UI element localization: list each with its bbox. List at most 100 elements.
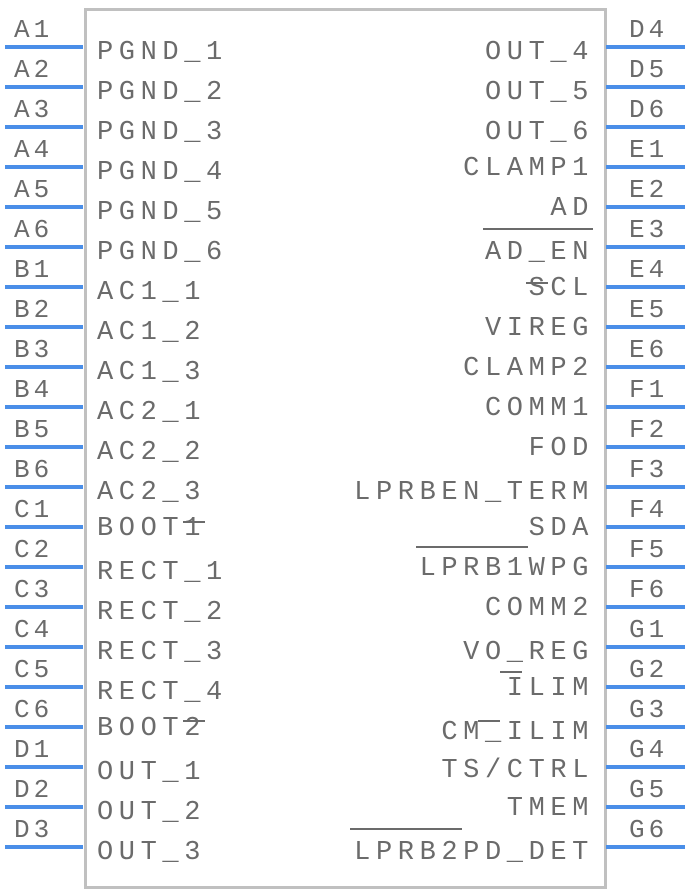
- pin-line-e1: [606, 165, 685, 169]
- pin-name-b1: AC1_1: [97, 278, 207, 308]
- pin-name-e6: CLAMP2: [463, 354, 594, 384]
- pin-line-f1: [606, 405, 685, 409]
- pin-name-a2: PGND_2: [97, 78, 228, 108]
- pin-name-f2: FOD: [528, 434, 594, 464]
- pin-number-a1: A1: [14, 15, 54, 45]
- pin-name-g2: ILIM: [506, 674, 594, 704]
- pin-line-b6: [5, 485, 83, 489]
- pin-number-g6: G6: [629, 815, 669, 845]
- pin-line-a3: [5, 125, 83, 129]
- pin-name-d6: OUT_6: [484, 118, 594, 148]
- pin-line-d4: [606, 45, 685, 49]
- pin-number-g5: G5: [629, 775, 669, 805]
- pin-number-e2: E2: [629, 175, 669, 205]
- pin-line-g3: [606, 725, 685, 729]
- pin-line-d6: [606, 125, 685, 129]
- pin-line-a5: [5, 205, 83, 209]
- pin-name-d1: OUT_1: [97, 758, 207, 788]
- pin-line-d3: [5, 845, 83, 849]
- pin-number-a6: A6: [14, 215, 54, 245]
- pin-number-c6: C6: [14, 695, 54, 725]
- pin-number-e4: E4: [629, 255, 669, 285]
- pin-number-c4: C4: [14, 615, 54, 645]
- pin-line-a2: [5, 85, 83, 89]
- pin-name-g6: LPRB2PD_DET: [354, 838, 594, 868]
- overbar-lprb1wpg: [416, 546, 528, 548]
- pin-line-e5: [606, 325, 685, 329]
- pin-name-c5: RECT_4: [97, 678, 228, 708]
- pin-name-c2: RECT_1: [97, 558, 228, 588]
- pin-line-g4: [606, 765, 685, 769]
- pin-number-b6: B6: [14, 455, 54, 485]
- pin-name-e1: CLAMP1: [463, 154, 594, 184]
- pin-line-b3: [5, 365, 83, 369]
- pin-name-g4: TS/CTRL: [441, 756, 594, 786]
- pin-line-g6: [606, 845, 685, 849]
- pin-name-b2: AC1_2: [97, 318, 207, 348]
- pin-number-d5: D5: [629, 55, 669, 85]
- pin-name-f6: COMM2: [484, 594, 594, 624]
- pin-line-d1: [5, 765, 83, 769]
- pin-line-b5: [5, 445, 83, 449]
- pin-line-d2: [5, 805, 83, 809]
- pin-name-f3: LPRBEN_TERM: [354, 478, 594, 508]
- pin-name-g3: CM_ILIM: [441, 718, 594, 748]
- pin-name-e4: SCL: [528, 274, 594, 304]
- pin-number-c2: C2: [14, 535, 54, 565]
- pin-name-b3: AC1_3: [97, 358, 207, 388]
- pin-name-c4: RECT_3: [97, 638, 228, 668]
- pin-line-c1: [5, 525, 83, 529]
- pin-number-d1: D1: [14, 735, 54, 765]
- pin-name-d3: OUT_3: [97, 838, 207, 868]
- pin-line-d5: [606, 85, 685, 89]
- pin-number-a3: A3: [14, 95, 54, 125]
- pin-number-d6: D6: [629, 95, 669, 125]
- pin-number-e3: E3: [629, 215, 669, 245]
- pin-line-a6: [5, 245, 83, 249]
- pin-name-d4: OUT_4: [484, 38, 594, 68]
- pin-number-a4: A4: [14, 135, 54, 165]
- pin-number-f2: F2: [629, 415, 669, 445]
- pin-name-f1: COMM1: [484, 394, 594, 424]
- pin-line-a1: [5, 45, 83, 49]
- pin-line-f2: [606, 445, 685, 449]
- pin-line-c2: [5, 565, 83, 569]
- pin-line-c4: [5, 645, 83, 649]
- pin-line-c3: [5, 605, 83, 609]
- pin-number-g2: G2: [629, 655, 669, 685]
- pin-name-d2: OUT_2: [97, 798, 207, 828]
- pin-name-a4: PGND_4: [97, 158, 228, 188]
- pin-line-c5: [5, 685, 83, 689]
- pin-line-f3: [606, 485, 685, 489]
- pin-name-a3: PGND_3: [97, 118, 228, 148]
- pin-number-e5: E5: [629, 295, 669, 325]
- overbar-boot1-fragment: [183, 521, 205, 523]
- pin-name-a1: PGND_1: [97, 38, 228, 68]
- pin-line-g1: [606, 645, 685, 649]
- pin-line-e4: [606, 285, 685, 289]
- pin-number-d2: D2: [14, 775, 54, 805]
- pin-number-b5: B5: [14, 415, 54, 445]
- pin-line-b1: [5, 285, 83, 289]
- pin-name-e2: AD: [550, 194, 594, 224]
- pin-number-f4: F4: [629, 495, 669, 525]
- pin-number-b1: B1: [14, 255, 54, 285]
- pin-number-g3: G3: [629, 695, 669, 725]
- pin-name-d5: OUT_5: [484, 78, 594, 108]
- schematic-symbol: A1 PGND_1 A2 PGND_2 A3 PGND_3 A4 PGND_4 A5 PGND_5…: [0, 0, 688, 892]
- pin-line-e3: [606, 245, 685, 249]
- pin-line-c6: [5, 725, 83, 729]
- pin-number-e6: E6: [629, 335, 669, 365]
- pin-number-f6: F6: [629, 575, 669, 605]
- pin-line-e2: [606, 205, 685, 209]
- pin-line-a4: [5, 165, 83, 169]
- pin-name-f4: SDA: [528, 514, 594, 544]
- pin-line-b4: [5, 405, 83, 409]
- pin-name-g5: TMEM: [506, 794, 594, 824]
- pin-name-b6: AC2_3: [97, 478, 207, 508]
- pin-number-d4: D4: [629, 15, 669, 45]
- pin-line-f6: [606, 605, 685, 609]
- pin-line-f4: [606, 525, 685, 529]
- pin-number-g4: G4: [629, 735, 669, 765]
- overbar-ilim-fragment: [500, 671, 522, 673]
